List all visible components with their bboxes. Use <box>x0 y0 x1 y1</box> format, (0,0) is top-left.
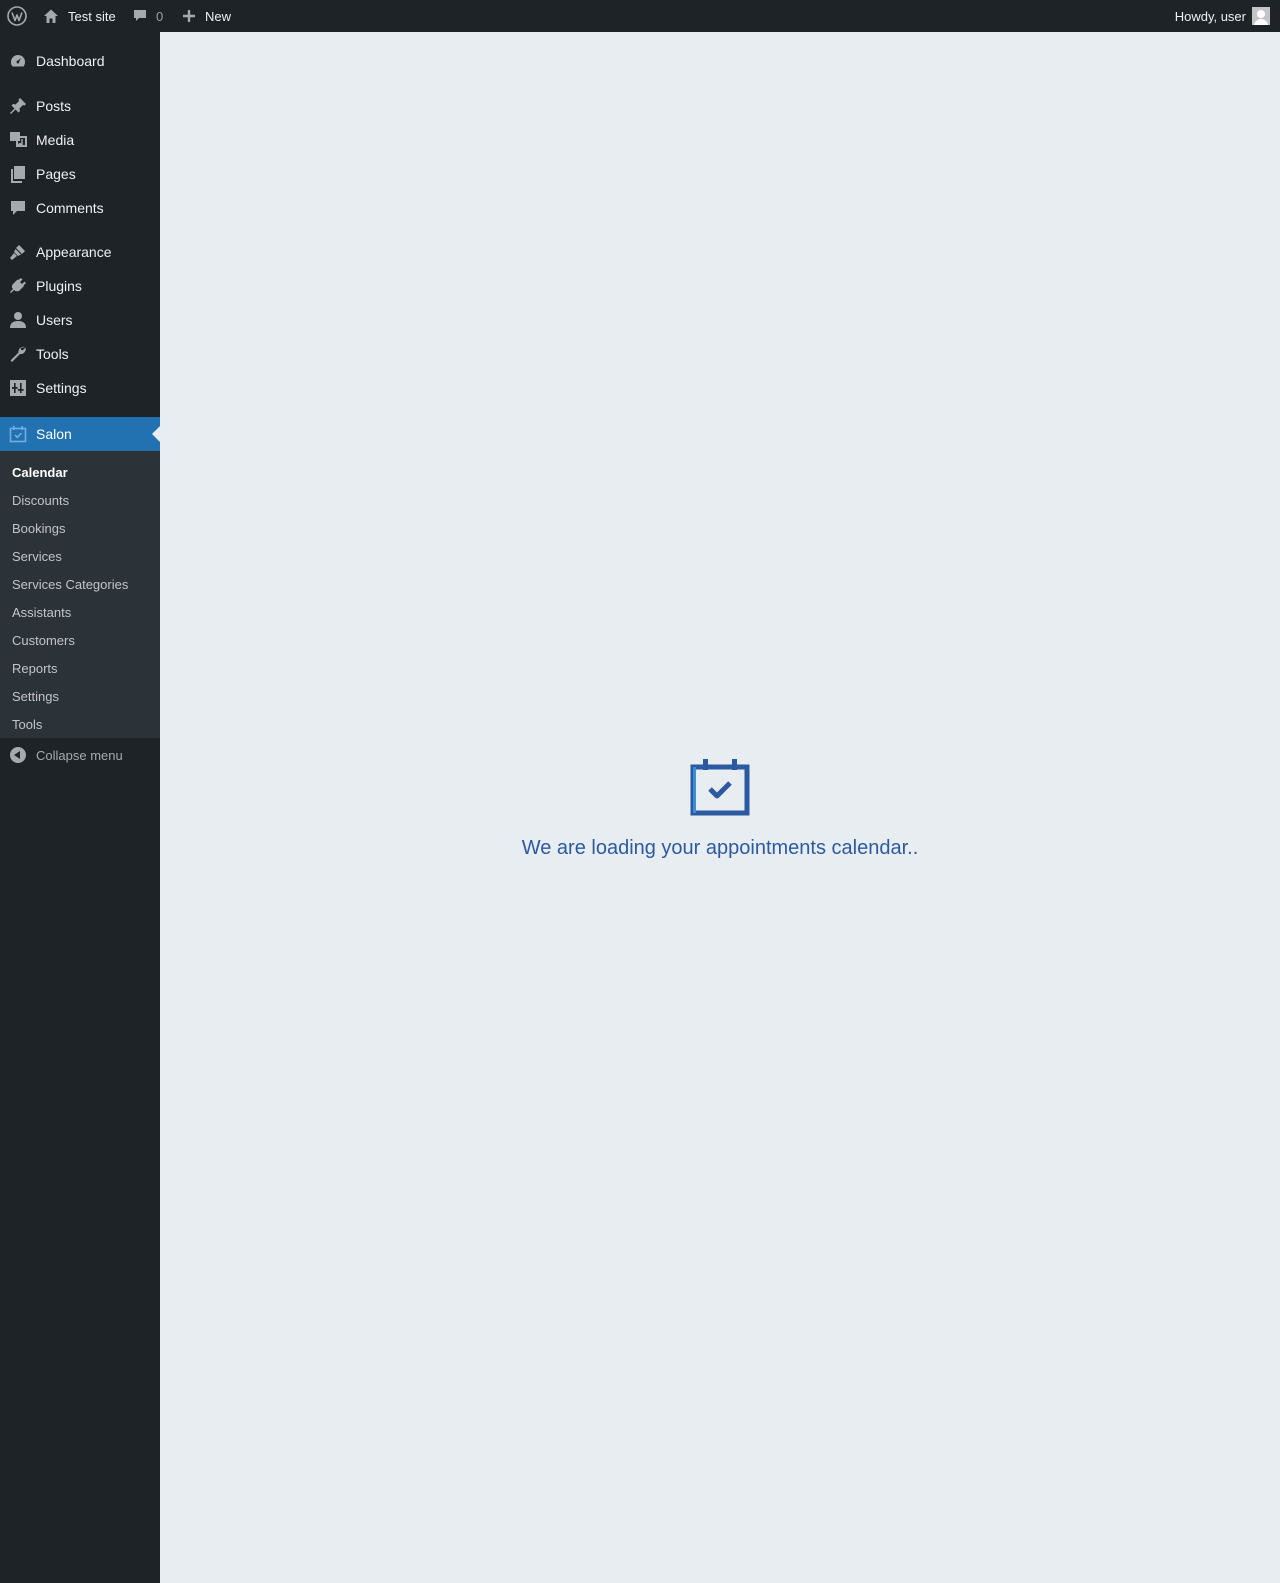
dashboard-icon <box>9 52 27 70</box>
menu-label: Comments <box>36 200 104 216</box>
submenu-item-assistants[interactable]: Assistants <box>12 605 71 620</box>
paintbrush-icon <box>9 243 27 261</box>
avatar[interactable] <box>1252 0 1270 32</box>
pages-icon <box>9 165 27 183</box>
wordpress-logo-icon[interactable] <box>7 0 27 32</box>
menu-item-comments[interactable]: Comments <box>0 191 160 225</box>
menu-label: Appearance <box>36 244 112 260</box>
submenu-item-reports[interactable]: Reports <box>12 661 58 676</box>
media-icon <box>9 131 27 149</box>
submenu-item-calendar[interactable]: Calendar <box>12 465 68 480</box>
pin-icon <box>9 97 27 115</box>
menu-item-plugins[interactable]: Plugins <box>0 269 160 303</box>
menu-label: Plugins <box>36 278 82 294</box>
menu-item-users[interactable]: Users <box>0 303 160 337</box>
admin-sidebar: Dashboard Posts Media Pages Comments App… <box>0 32 160 1583</box>
plus-icon[interactable] <box>182 0 196 32</box>
menu-label: Salon <box>36 426 72 442</box>
submenu-item-discounts[interactable]: Discounts <box>12 493 69 508</box>
menu-item-settings[interactable]: Settings <box>0 371 160 405</box>
settings-icon <box>9 379 27 397</box>
new-content-link[interactable]: New <box>205 0 231 32</box>
menu-label: Pages <box>36 166 76 182</box>
admin-bar: Test site 0 New Howdy, user <box>0 0 1280 32</box>
menu-item-salon[interactable]: Salon <box>0 417 160 451</box>
menu-label: Users <box>36 312 73 328</box>
wrench-icon <box>9 345 27 363</box>
submenu-item-services-categories[interactable]: Services Categories <box>12 577 128 592</box>
submenu-item-tools[interactable]: Tools <box>12 717 42 732</box>
submenu-item-bookings[interactable]: Bookings <box>12 521 65 536</box>
menu-item-pages[interactable]: Pages <box>0 157 160 191</box>
comment-count[interactable]: 0 <box>156 0 163 32</box>
menu-item-dashboard[interactable]: Dashboard <box>0 44 160 78</box>
site-name-link[interactable]: Test site <box>68 0 116 32</box>
collapse-menu-label: Collapse menu <box>36 747 123 763</box>
howdy-user-link[interactable]: Howdy, user <box>1175 0 1246 32</box>
menu-item-posts[interactable]: Posts <box>0 89 160 123</box>
main-content: We are loading your appointments calenda… <box>160 32 1280 1583</box>
calendar-check-icon <box>690 759 750 817</box>
plug-icon <box>9 277 27 295</box>
collapse-menu-button[interactable]: Collapse menu <box>0 738 160 772</box>
loading-message: We are loading your appointments calenda… <box>521 837 919 859</box>
menu-label: Dashboard <box>36 53 105 69</box>
calendar-check-icon <box>9 425 27 443</box>
menu-item-appearance[interactable]: Appearance <box>0 235 160 269</box>
home-icon[interactable] <box>43 0 59 32</box>
menu-label: Tools <box>36 346 69 362</box>
comment-icon <box>9 199 27 217</box>
submenu-item-customers[interactable]: Customers <box>12 633 75 648</box>
submenu-item-settings[interactable]: Settings <box>12 689 59 704</box>
submenu-item-services[interactable]: Services <box>12 549 62 564</box>
menu-item-media[interactable]: Media <box>0 123 160 157</box>
menu-item-tools[interactable]: Tools <box>0 337 160 371</box>
user-icon <box>9 311 27 329</box>
menu-label: Posts <box>36 98 72 114</box>
menu-label: Media <box>36 132 75 148</box>
salon-submenu: Calendar Discounts Bookings Services Ser… <box>0 451 160 738</box>
collapse-icon <box>10 747 26 763</box>
comment-icon[interactable] <box>133 0 147 32</box>
menu-label: Settings <box>36 380 87 396</box>
